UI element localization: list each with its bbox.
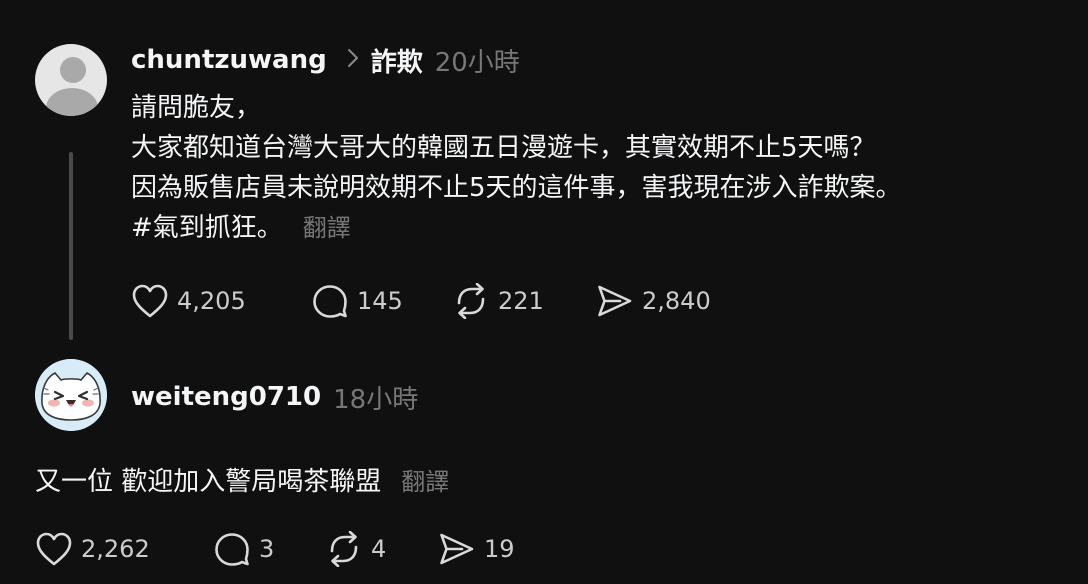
- translate-link[interactable]: 翻譯: [303, 214, 351, 242]
- comment-count: 145: [357, 287, 403, 315]
- like-count: 4,205: [177, 287, 246, 315]
- post-line: 因為販售店員未說明效期不止5天的這件事，害我現在涉入詐欺案。: [131, 173, 902, 203]
- post-line: 大家都知道台灣大哥大的韓國五日漫遊卡，其實效期不止5天嗎？: [131, 133, 876, 163]
- post-header: chuntzuwang 詐欺 20小時: [131, 40, 520, 80]
- reply-share-button[interactable]: 19: [438, 531, 515, 567]
- repost-button[interactable]: 221: [452, 283, 596, 319]
- repost-count: 221: [498, 287, 544, 315]
- repost-icon: [325, 531, 371, 567]
- post-line-text: #氣到抓狂。: [131, 213, 283, 243]
- share-button[interactable]: 2,840: [596, 283, 711, 319]
- post-line-last: #氣到抓狂。 翻譯: [131, 208, 1071, 248]
- like-button[interactable]: 4,205: [131, 283, 311, 319]
- reply-avatar[interactable]: [35, 359, 107, 431]
- share-count: 2,840: [642, 287, 711, 315]
- author-username[interactable]: chuntzuwang: [131, 45, 327, 75]
- comment-button[interactable]: 145: [311, 283, 452, 319]
- reply-repost-button[interactable]: 4: [325, 531, 438, 567]
- comment-icon: [213, 531, 259, 567]
- thread-line: [69, 152, 73, 340]
- reply-comment-count: 3: [259, 535, 275, 563]
- reply-like-button[interactable]: 2,262: [35, 531, 213, 567]
- cat-avatar-icon: [35, 359, 107, 431]
- share-icon: [438, 531, 484, 567]
- reply-line: 又一位 歡迎加入警局喝茶聯盟: [35, 467, 382, 497]
- reply-comment-button[interactable]: 3: [213, 531, 325, 567]
- heart-icon: [131, 283, 177, 319]
- post-time[interactable]: 20小時: [435, 42, 520, 79]
- heart-icon: [35, 531, 81, 567]
- share-icon: [596, 283, 642, 319]
- reply-header: weiteng0710 18小時: [131, 377, 418, 417]
- reply-time[interactable]: 18小時: [333, 379, 418, 416]
- avatar-shoulders-shape: [46, 88, 98, 116]
- reply-repost-count: 4: [371, 535, 387, 563]
- author-avatar[interactable]: [35, 44, 107, 116]
- avatar-head-shape: [60, 57, 86, 83]
- reply-username[interactable]: weiteng0710: [131, 382, 321, 412]
- post-actions: 4,205 145 221 2,840: [131, 281, 711, 321]
- comment-icon: [311, 283, 357, 319]
- post-text: 請問脆友， 大家都知道台灣大哥大的韓國五日漫遊卡，其實效期不止5天嗎？ 因為販售…: [131, 88, 1071, 248]
- reply-translate-link[interactable]: 翻譯: [401, 468, 449, 496]
- topic-tag[interactable]: 詐欺: [371, 42, 423, 79]
- chevron-right-icon: [347, 48, 359, 72]
- post-line: 請問脆友，: [131, 93, 262, 123]
- reply-share-count: 19: [484, 535, 515, 563]
- reply-actions: 2,262 3 4 19: [35, 529, 515, 569]
- repost-icon: [452, 283, 498, 319]
- reply-like-count: 2,262: [81, 535, 150, 563]
- reply-text: 又一位 歡迎加入警局喝茶聯盟 翻譯: [35, 462, 449, 502]
